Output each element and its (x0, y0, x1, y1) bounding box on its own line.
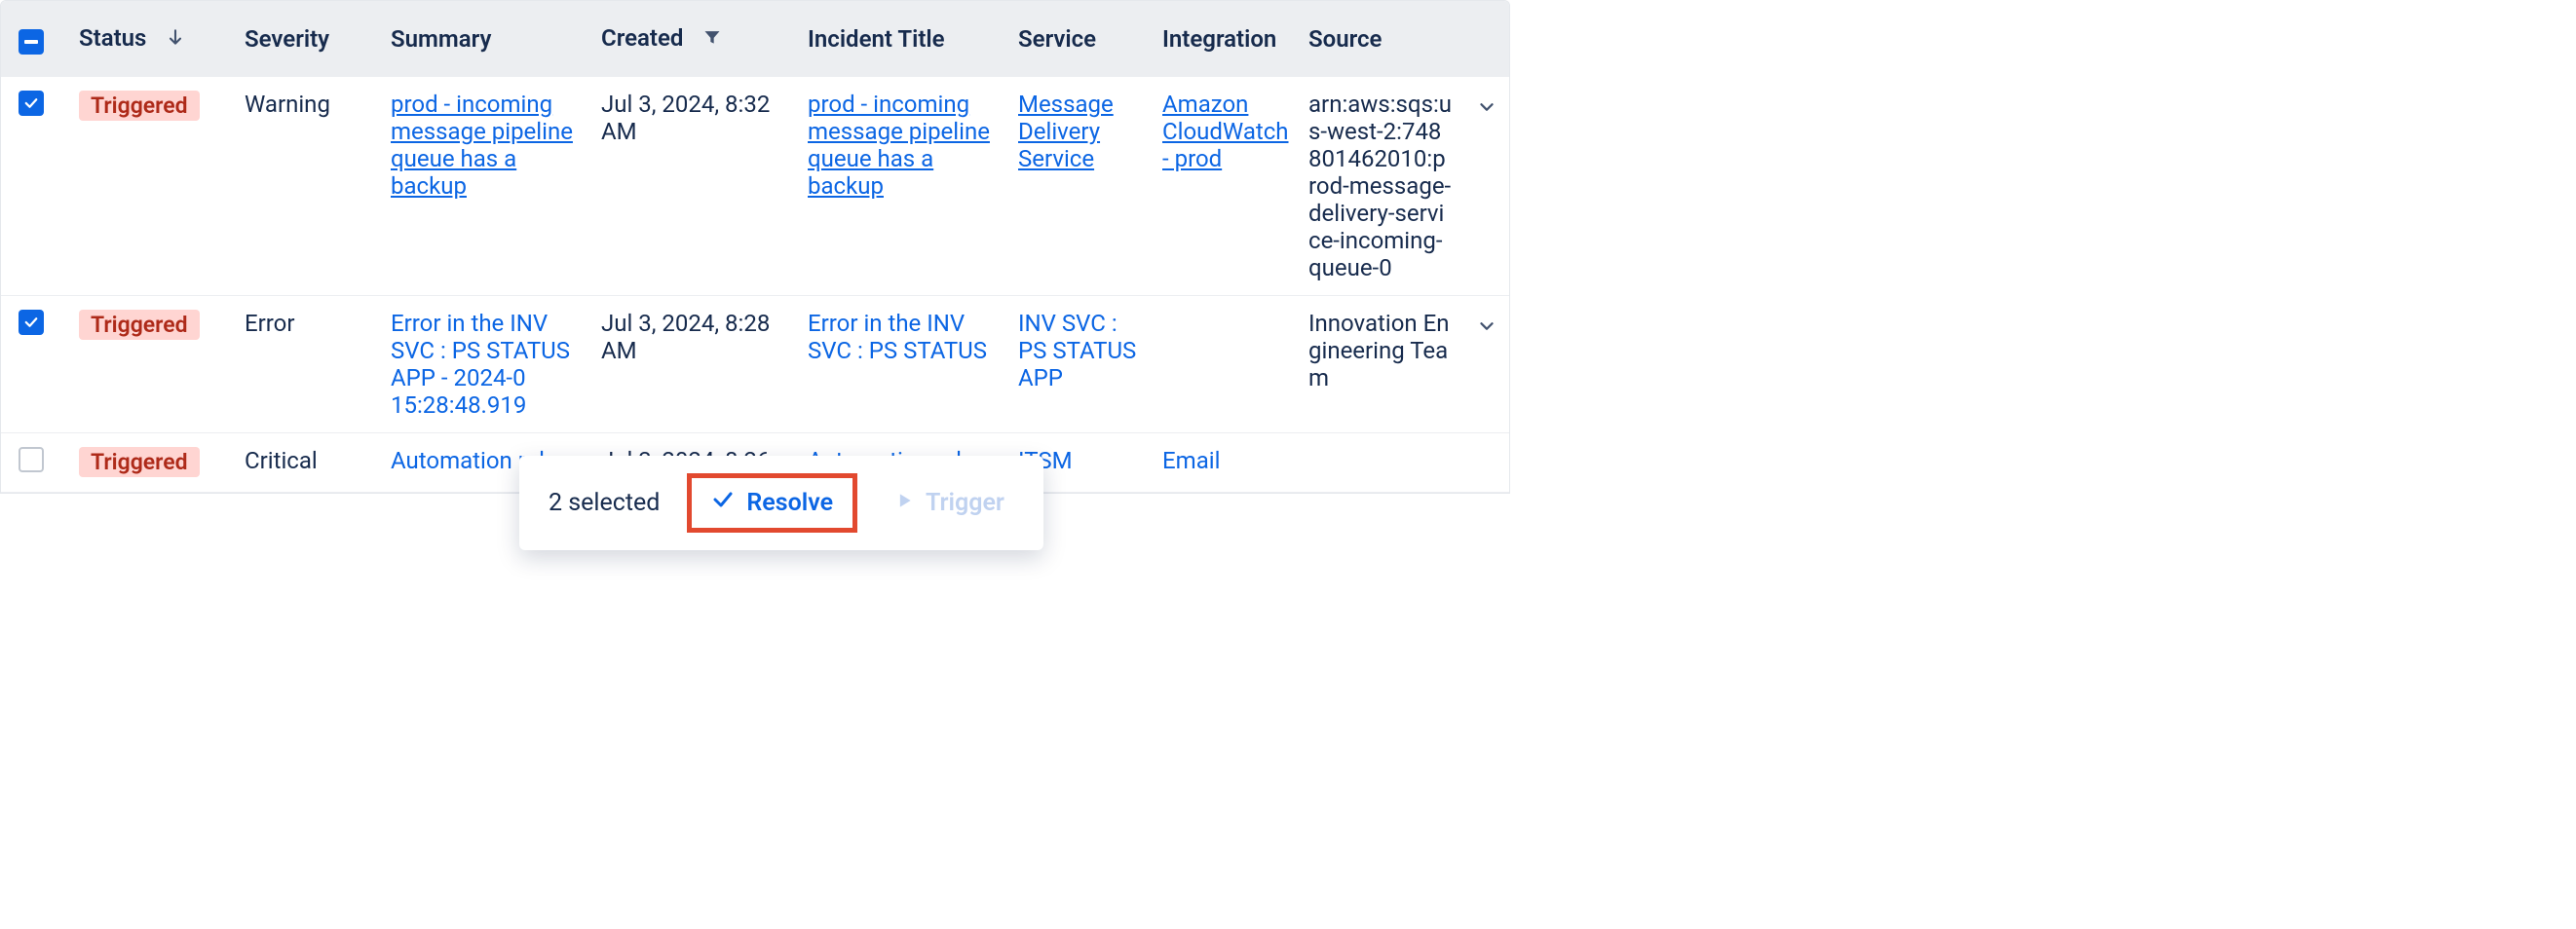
incident-title-link[interactable]: Error in the INV SVC : PS STATUS (808, 310, 987, 364)
created-cell: Jul 3, 2024, 8:28 AM (591, 310, 798, 364)
col-summary-label: Summary (391, 25, 491, 53)
select-all-checkbox[interactable] (19, 29, 44, 55)
table-row: Triggered Warning prod - incoming message … (1, 77, 1509, 296)
col-created[interactable]: Created (591, 24, 798, 54)
row-checkbox[interactable] (19, 91, 44, 116)
bulk-action-bar: 2 selected Resolve Trigger (519, 456, 1043, 550)
created-cell: Jul 3, 2024, 8:32 AM (591, 91, 798, 145)
col-summary[interactable]: Summary (381, 25, 591, 53)
col-integration[interactable]: Integration (1153, 25, 1299, 53)
sort-desc-icon (166, 25, 185, 53)
source-cell: arn:aws:sqs:us-west-2:748801462010:prod-… (1299, 91, 1462, 281)
table-row: Triggered Error Error in the INV SVC : PS … (1, 296, 1509, 433)
summary-link[interactable]: Error in the INV SVC : PS STATUS APP - 2… (391, 310, 570, 419)
play-icon (894, 489, 914, 517)
col-service[interactable]: Service (1008, 25, 1153, 53)
col-incident-title[interactable]: Incident Title (798, 25, 1008, 53)
col-status-label: Status (79, 24, 146, 52)
col-incident-title-label: Incident Title (808, 25, 945, 53)
col-source-label: Source (1308, 25, 1382, 53)
col-source[interactable]: Source (1299, 25, 1462, 53)
col-status[interactable]: Status (69, 24, 235, 54)
service-link[interactable]: Message Delivery Service (1018, 91, 1114, 172)
resolve-button-label: Resolve (746, 489, 833, 517)
chevron-down-icon[interactable] (1476, 316, 1497, 343)
check-icon (711, 488, 735, 518)
col-created-label: Created (601, 24, 683, 52)
summary-link[interactable]: prod - incoming message pipeline queue h… (391, 91, 573, 200)
trigger-button-label: Trigger (926, 489, 1004, 517)
severity-cell: Error (235, 310, 381, 337)
col-service-label: Service (1018, 25, 1096, 53)
severity-cell: Warning (235, 91, 381, 118)
filter-icon[interactable] (702, 25, 722, 53)
col-severity-label: Severity (245, 25, 329, 53)
selected-count: 2 selected (549, 489, 660, 517)
col-integration-label: Integration (1162, 25, 1276, 53)
chevron-down-icon[interactable] (1476, 96, 1497, 124)
service-link[interactable]: INV SVC : PS STATUS APP (1018, 310, 1136, 391)
resolve-button[interactable]: Resolve (687, 473, 857, 533)
status-badge: Triggered (79, 310, 200, 340)
integration-link[interactable]: Email (1162, 447, 1220, 474)
row-checkbox[interactable] (19, 447, 44, 472)
alerts-table: Status Severity Summary Created Incident… (0, 0, 1510, 494)
trigger-button[interactable]: Trigger (885, 479, 1014, 527)
status-badge: Triggered (79, 91, 200, 121)
col-severity[interactable]: Severity (235, 25, 381, 53)
integration-link[interactable]: Amazon CloudWatch - prod (1162, 91, 1289, 172)
severity-cell: Critical (235, 447, 381, 474)
source-cell: Innovation Engineering Team (1299, 310, 1462, 391)
table-header-row: Status Severity Summary Created Incident… (1, 1, 1509, 77)
incident-title-link[interactable]: prod - incoming message pipeline queue h… (808, 91, 990, 200)
row-checkbox[interactable] (19, 310, 44, 335)
status-badge: Triggered (79, 447, 200, 477)
